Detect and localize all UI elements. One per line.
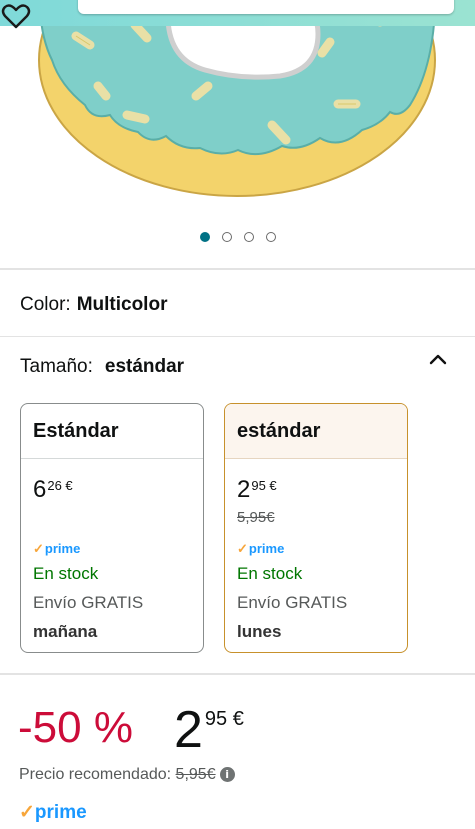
carousel-dot-3[interactable] bbox=[243, 231, 254, 242]
deal-price: 2 95 € bbox=[174, 701, 244, 759]
color-value: Multicolor bbox=[76, 294, 168, 315]
check-icon: ✓ bbox=[237, 541, 248, 556]
option-list-price: 5,95€ bbox=[237, 509, 275, 526]
prime-logo: ✓prime bbox=[19, 802, 87, 823]
option-price: 295 € bbox=[237, 476, 277, 503]
size-label: Tamaño: bbox=[20, 356, 93, 377]
prime-badge: ✓prime bbox=[237, 541, 285, 556]
shipping-text: Envío GRATIS bbox=[33, 593, 144, 612]
carousel-dot-4[interactable] bbox=[265, 231, 276, 242]
heart-icon[interactable] bbox=[0, 0, 32, 32]
product-image-carousel[interactable] bbox=[0, 0, 475, 268]
option-title: estándar bbox=[225, 404, 407, 459]
option-price: 626 € bbox=[33, 476, 73, 503]
size-option-card-estandar-selected[interactable]: estándar 295 € 5,95€ ✓prime En stock Env… bbox=[224, 403, 408, 653]
recommended-price: Precio recomendado: 5,95€ i bbox=[19, 766, 235, 784]
prime-badge: ✓prime bbox=[33, 541, 81, 556]
option-title: Estándar bbox=[21, 404, 203, 459]
chevron-up-icon[interactable] bbox=[428, 352, 448, 366]
stock-status: En stock bbox=[237, 564, 303, 583]
carousel-dot-2[interactable] bbox=[221, 231, 232, 242]
size-row[interactable]: Tamaño: estándar bbox=[20, 356, 184, 378]
check-icon: ✓ bbox=[33, 541, 44, 556]
color-row: Color: Multicolor bbox=[20, 294, 167, 316]
info-icon[interactable]: i bbox=[219, 767, 235, 783]
delivery-day: lunes bbox=[237, 622, 282, 641]
size-option-card-estandar[interactable]: Estándar 626 € ✓prime En stock Envío GRA… bbox=[20, 403, 204, 653]
search-bar-area bbox=[0, 0, 475, 26]
rrp-label: Precio recomendado: bbox=[19, 766, 172, 783]
divider bbox=[0, 673, 475, 675]
color-label: Color: bbox=[20, 294, 71, 315]
check-icon: ✓ bbox=[19, 802, 35, 823]
carousel-pagination bbox=[0, 228, 475, 246]
shipping-text: Envío GRATIS bbox=[237, 593, 348, 612]
rrp-value: 5,95€ bbox=[175, 766, 216, 783]
search-input[interactable] bbox=[78, 0, 454, 14]
discount-percentage: -50 % bbox=[18, 703, 133, 752]
delivery-day: mañana bbox=[33, 622, 98, 641]
carousel-dot-1[interactable] bbox=[199, 231, 210, 242]
stock-status: En stock bbox=[33, 564, 99, 583]
divider bbox=[0, 268, 475, 270]
divider bbox=[0, 336, 475, 337]
size-value: estándar bbox=[104, 356, 185, 377]
